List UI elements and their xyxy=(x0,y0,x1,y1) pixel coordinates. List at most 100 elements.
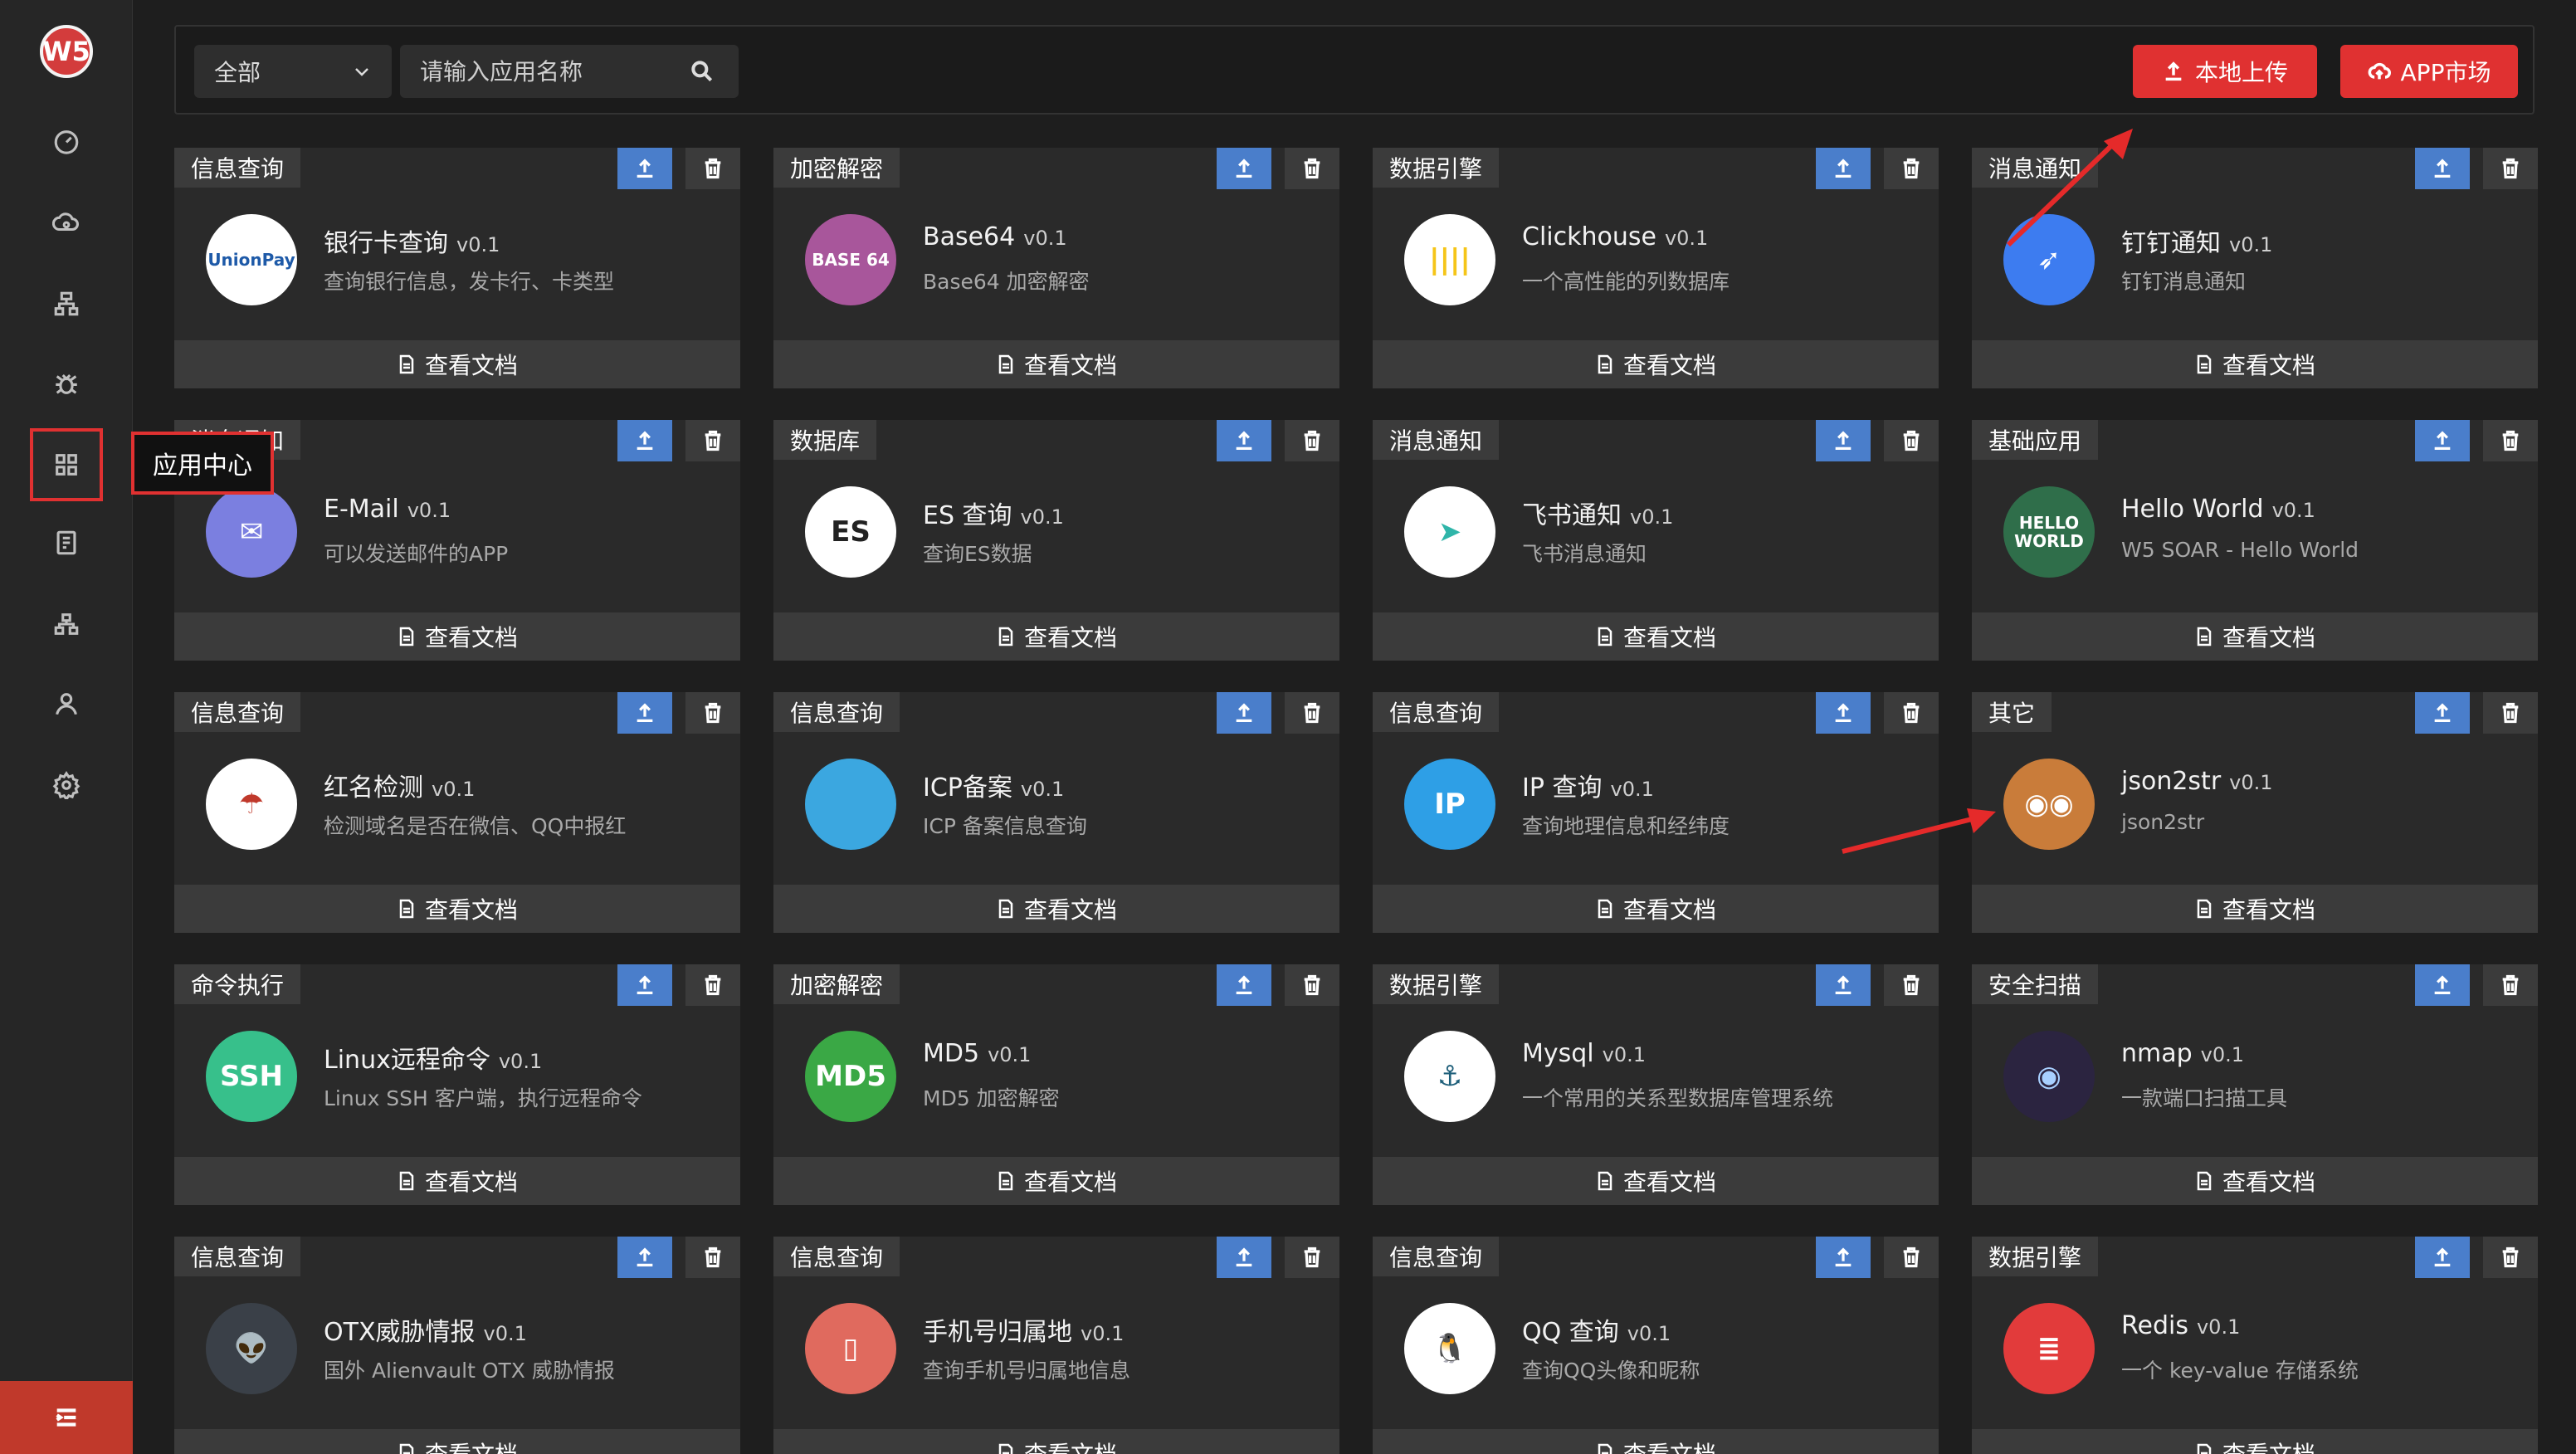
export-button[interactable] xyxy=(1217,148,1271,189)
app-card[interactable]: 数据库 ES ES 查询 v0.1 查询ES数据 查看文档 xyxy=(773,420,1339,661)
view-docs-button[interactable]: 查看文档 xyxy=(1373,612,1939,661)
delete-button[interactable] xyxy=(685,1237,740,1278)
export-button[interactable] xyxy=(2415,148,2470,189)
view-docs-button[interactable]: 查看文档 xyxy=(773,1429,1339,1454)
delete-button[interactable] xyxy=(1884,964,1939,1006)
export-button[interactable] xyxy=(1816,692,1871,734)
app-card[interactable]: 基础应用 HELLO WORLD Hello World v0.1 W5 SOAR… xyxy=(1972,420,2538,661)
delete-button[interactable] xyxy=(1285,420,1339,461)
app-name-text: 飞书通知 xyxy=(1522,501,1622,530)
export-button[interactable] xyxy=(617,964,672,1006)
delete-button[interactable] xyxy=(1884,148,1939,189)
export-button[interactable] xyxy=(1217,692,1271,734)
export-button[interactable] xyxy=(1217,420,1271,461)
app-card[interactable]: 安全扫描 ◉ nmap v0.1 一款端口扫描工具 查看文档 xyxy=(1972,964,2538,1205)
app-market-button[interactable]: APP市场 xyxy=(2340,45,2518,98)
local-upload-button[interactable]: 本地上传 xyxy=(2133,45,2317,98)
view-docs-label: 查看文档 xyxy=(1024,1437,1117,1454)
export-button[interactable] xyxy=(2415,692,2470,734)
app-card[interactable]: 数据引擎 |||| Clickhouse v0.1 一个高性能的列数据库 查看文档 xyxy=(1373,148,1939,388)
export-button[interactable] xyxy=(617,1237,672,1278)
view-docs-button[interactable]: 查看文档 xyxy=(174,612,740,661)
app-card[interactable]: 信息查询 🐧 QQ 查询 v0.1 查询QQ头像和昵称 查看文档 xyxy=(1373,1237,1939,1454)
export-button[interactable] xyxy=(1217,964,1271,1006)
app-card[interactable]: 加密解密 MD5 MD5 v0.1 MD5 加密解密 查看文档 xyxy=(773,964,1339,1205)
export-button[interactable] xyxy=(617,420,672,461)
bug-icon[interactable] xyxy=(33,350,100,417)
view-docs-button[interactable]: 查看文档 xyxy=(174,885,740,933)
delete-button[interactable] xyxy=(685,692,740,734)
delete-button[interactable] xyxy=(1285,964,1339,1006)
export-button[interactable] xyxy=(1816,1237,1871,1278)
app-card[interactable]: 信息查询 👽 OTX威胁情报 v0.1 国外 Alienvault OTX 威胁情… xyxy=(174,1237,740,1454)
view-docs-button[interactable]: 查看文档 xyxy=(174,1429,740,1454)
view-docs-button[interactable]: 查看文档 xyxy=(773,1157,1339,1205)
export-button[interactable] xyxy=(2415,1237,2470,1278)
report-icon[interactable] xyxy=(33,510,100,576)
delete-button[interactable] xyxy=(2483,148,2538,189)
app-card[interactable]: 数据引擎 ≣ Redis v0.1 一个 key-value 存储系统 查看文档 xyxy=(1972,1237,2538,1454)
app-card[interactable]: 消息通知 ➤ 飞书通知 v0.1 飞书消息通知 查看文档 xyxy=(1373,420,1939,661)
view-docs-button[interactable]: 查看文档 xyxy=(1373,1429,1939,1454)
view-docs-button[interactable]: 查看文档 xyxy=(773,340,1339,388)
user-icon[interactable] xyxy=(33,671,100,737)
view-docs-button[interactable]: 查看文档 xyxy=(174,1157,740,1205)
view-docs-button[interactable]: 查看文档 xyxy=(1972,612,2538,661)
logo[interactable]: W5 xyxy=(40,25,93,78)
delete-button[interactable] xyxy=(1884,420,1939,461)
view-docs-button[interactable]: 查看文档 xyxy=(1972,1429,2538,1454)
delete-button[interactable] xyxy=(685,420,740,461)
export-button[interactable] xyxy=(2415,964,2470,1006)
view-docs-button[interactable]: 查看文档 xyxy=(1373,340,1939,388)
app-card[interactable]: 命令执行 SSH Linux远程命令 v0.1 Linux SSH 客户端，执行远… xyxy=(174,964,740,1205)
search-icon[interactable] xyxy=(689,58,715,85)
view-docs-button[interactable]: 查看文档 xyxy=(773,885,1339,933)
app-center-icon[interactable] xyxy=(30,428,103,501)
delete-button[interactable] xyxy=(1884,1237,1939,1278)
app-name: 钉钉通知 v0.1 xyxy=(2121,222,2272,259)
delete-button[interactable] xyxy=(1285,1237,1339,1278)
delete-button[interactable] xyxy=(2483,692,2538,734)
view-docs-button[interactable]: 查看文档 xyxy=(174,340,740,388)
app-card[interactable]: 加密解密 BASE 64 Base64 v0.1 Base64 加密解密 查看文档 xyxy=(773,148,1339,388)
cloud-workflow-icon[interactable] xyxy=(33,189,100,256)
app-card[interactable]: 信息查询 ☂ 红名检测 v0.1 检测域名是否在微信、QQ中报红 查看文档 xyxy=(174,692,740,933)
export-button[interactable] xyxy=(617,148,672,189)
collapse-sidebar-button[interactable] xyxy=(0,1381,133,1454)
view-docs-button[interactable]: 查看文档 xyxy=(1373,885,1939,933)
app-version: v0.1 xyxy=(483,1322,527,1345)
delete-button[interactable] xyxy=(685,964,740,1006)
delete-button[interactable] xyxy=(1884,692,1939,734)
app-card[interactable]: 其它 ◉◉ json2str v0.1 json2str 查看文档 xyxy=(1972,692,2538,933)
export-button[interactable] xyxy=(2415,420,2470,461)
view-docs-button[interactable]: 查看文档 xyxy=(1972,885,2538,933)
view-docs-button[interactable]: 查看文档 xyxy=(773,612,1339,661)
app-card[interactable]: 信息查询 ▯ 手机号归属地 v0.1 查询手机号归属地信息 查看文档 xyxy=(773,1237,1339,1454)
sitemap-icon[interactable] xyxy=(33,271,100,337)
delete-button[interactable] xyxy=(1285,148,1339,189)
trash-icon xyxy=(705,1247,721,1268)
export-button[interactable] xyxy=(1816,964,1871,1006)
view-docs-button[interactable]: 查看文档 xyxy=(1972,340,2538,388)
delete-button[interactable] xyxy=(2483,420,2538,461)
settings-icon[interactable] xyxy=(33,752,100,818)
delete-button[interactable] xyxy=(2483,964,2538,1006)
alien-icon: 👽 xyxy=(206,1303,297,1394)
category-select[interactable]: 全部 xyxy=(194,45,392,98)
app-card[interactable]: 信息查询 ICP备案 v0.1 ICP 备案信息查询 查看文档 xyxy=(773,692,1339,933)
org-chart-icon[interactable] xyxy=(33,591,100,657)
app-card[interactable]: 信息查询 UnionPay 银行卡查询 v0.1 查询银行信息，发卡行、卡类型 查… xyxy=(174,148,740,388)
dashboard-icon[interactable] xyxy=(33,108,100,174)
export-button[interactable] xyxy=(617,692,672,734)
view-docs-button[interactable]: 查看文档 xyxy=(1972,1157,2538,1205)
export-button[interactable] xyxy=(1816,148,1871,189)
export-button[interactable] xyxy=(1217,1237,1271,1278)
delete-button[interactable] xyxy=(1285,692,1339,734)
export-button[interactable] xyxy=(1816,420,1871,461)
search-input[interactable] xyxy=(400,45,739,98)
delete-button[interactable] xyxy=(685,148,740,189)
app-card[interactable]: 数据引擎 ⚓ Mysql v0.1 一个常用的关系型数据库管理系统 查看文档 xyxy=(1373,964,1939,1205)
delete-button[interactable] xyxy=(2483,1237,2538,1278)
view-docs-button[interactable]: 查看文档 xyxy=(1373,1157,1939,1205)
document-icon xyxy=(399,354,414,374)
